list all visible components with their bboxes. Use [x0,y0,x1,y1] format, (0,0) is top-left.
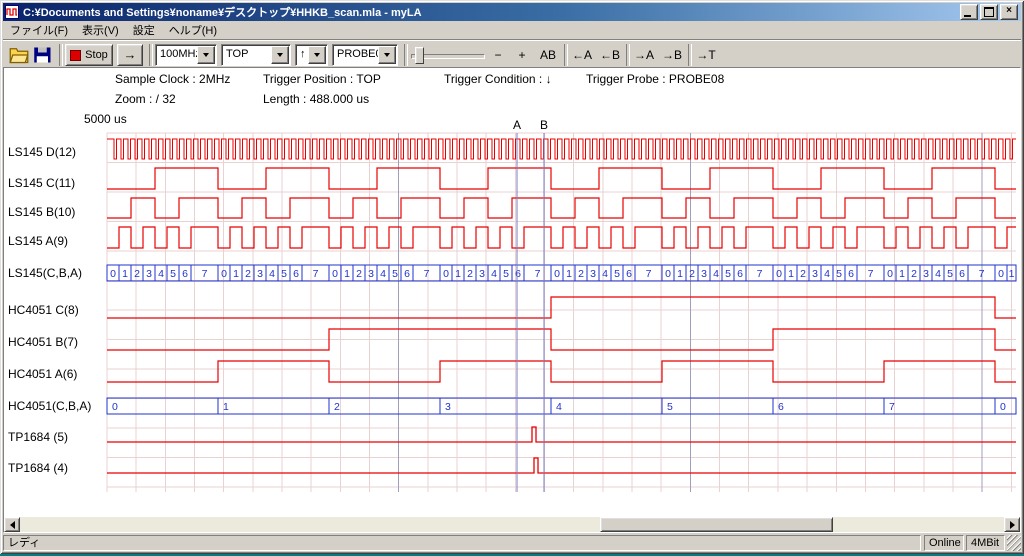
scroll-left-button[interactable] [4,517,20,532]
trigger-probe-info: Trigger Probe : PROBE08 [586,72,724,86]
horizontal-scrollbar[interactable] [4,517,1020,532]
chevron-down-icon [203,53,209,57]
arrow-left-icon [10,521,15,529]
combo-dropdown-button[interactable] [308,46,326,64]
channel-label: HC4051(C,B,A) [8,399,105,413]
channel-label: LS145 B(10) [8,205,105,219]
goto-cursor-a-right-button[interactable]: →A [631,44,657,66]
trigger-condition-info: Trigger Condition : ↓ [444,72,552,86]
channel-label: LS145 A(9) [8,234,105,248]
trigger-position-info: Trigger Position : TOP [263,72,381,86]
run-next-button[interactable]: → [117,44,143,66]
close-button[interactable]: × [1000,4,1018,20]
menu-bar: ファイル(F) 表示(V) 設定 ヘルプ(H) [3,21,1021,40]
trigger-probe-combo[interactable]: PROBE00 [332,44,398,66]
title-bar: C:¥Documents and Settings¥noname¥デスクトップ¥… [3,3,1021,21]
trigger-position-value: TOP [226,48,248,60]
maximize-button[interactable] [980,4,998,20]
cursor-a-label[interactable]: A [511,118,523,132]
menu-settings[interactable]: 設定 [126,20,162,40]
maximize-icon [984,7,994,17]
toolbar-separator [688,44,692,66]
waveform-client-area [3,67,1021,533]
open-file-icon[interactable] [9,44,29,66]
zoom-slider[interactable] [411,44,485,66]
trigger-position-combo[interactable]: TOP [221,44,291,66]
menu-help[interactable]: ヘルプ(H) [162,20,224,40]
channel-label: HC4051 A(6) [8,367,105,381]
scroll-right-button[interactable] [1004,517,1020,532]
combo-dropdown-button[interactable] [271,46,289,64]
chevron-down-icon [314,53,320,57]
goto-cursor-a-left-button[interactable]: ←A [569,44,595,66]
zoom-info: Zoom : / 32 [115,92,176,106]
channel-label: LS145 D(12) [8,145,105,159]
app-icon [5,5,19,19]
channel-label: LS145(C,B,A) [8,266,105,280]
sample-clock-value: 100MHz [160,48,201,60]
toolbar-separator [149,44,153,66]
stop-button[interactable]: Stop [65,44,113,66]
stop-icon [70,50,81,61]
trigger-edge-value: ↑ [300,48,306,60]
menu-view[interactable]: 表示(V) [75,20,126,40]
window-title: C:¥Documents and Settings¥noname¥デスクトップ¥… [23,4,960,20]
minimize-icon [964,15,971,17]
toolbar-separator [404,44,408,66]
slider-thumb[interactable] [415,47,424,64]
channel-label: TP1684 (5) [8,430,105,444]
combo-dropdown-button[interactable] [197,46,215,64]
channel-label: HC4051 C(8) [8,303,105,317]
arrow-right-icon [1010,521,1015,529]
cursor-b-label[interactable]: B [538,118,550,132]
toolbar: Stop → 100MHz TOP ↑ PROBE00 − + AB ←A [3,40,1021,68]
toolbar-separator [59,44,63,66]
stop-label: Stop [85,49,108,61]
goto-trigger-button[interactable]: →T [693,44,719,66]
sample-clock-info: Sample Clock : 2MHz [115,72,230,86]
status-online: Online [924,535,964,551]
timebase-label: 5000 us [84,112,127,126]
trigger-edge-combo[interactable]: ↑ [295,44,328,66]
goto-cursor-b-right-button[interactable]: →B [659,44,685,66]
length-info: Length : 488.000 us [263,92,369,106]
channel-label: HC4051 B(7) [8,335,105,349]
resize-grip[interactable] [1007,535,1021,551]
menu-file[interactable]: ファイル(F) [3,20,75,40]
toolbar-separator [564,44,568,66]
zoom-ab-button[interactable]: AB [535,44,561,66]
app-window: C:¥Documents and Settings¥noname¥デスクトップ¥… [0,0,1024,554]
status-memory: 4MBit [966,535,1005,551]
combo-dropdown-button[interactable] [378,46,396,64]
scrollbar-thumb[interactable] [600,517,833,532]
zoom-in-button[interactable]: + [511,44,533,66]
channel-label: LS145 C(11) [8,176,105,190]
goto-cursor-b-left-button[interactable]: ←B [597,44,623,66]
sample-clock-combo[interactable]: 100MHz [155,44,217,66]
chevron-down-icon [384,53,390,57]
chevron-down-icon [277,53,283,57]
zoom-out-button[interactable]: − [487,44,509,66]
save-icon[interactable] [33,44,53,66]
status-ready: レディ [3,535,921,551]
minimize-button[interactable] [960,4,978,20]
toolbar-separator [626,44,630,66]
channel-label: TP1684 (4) [8,461,105,475]
